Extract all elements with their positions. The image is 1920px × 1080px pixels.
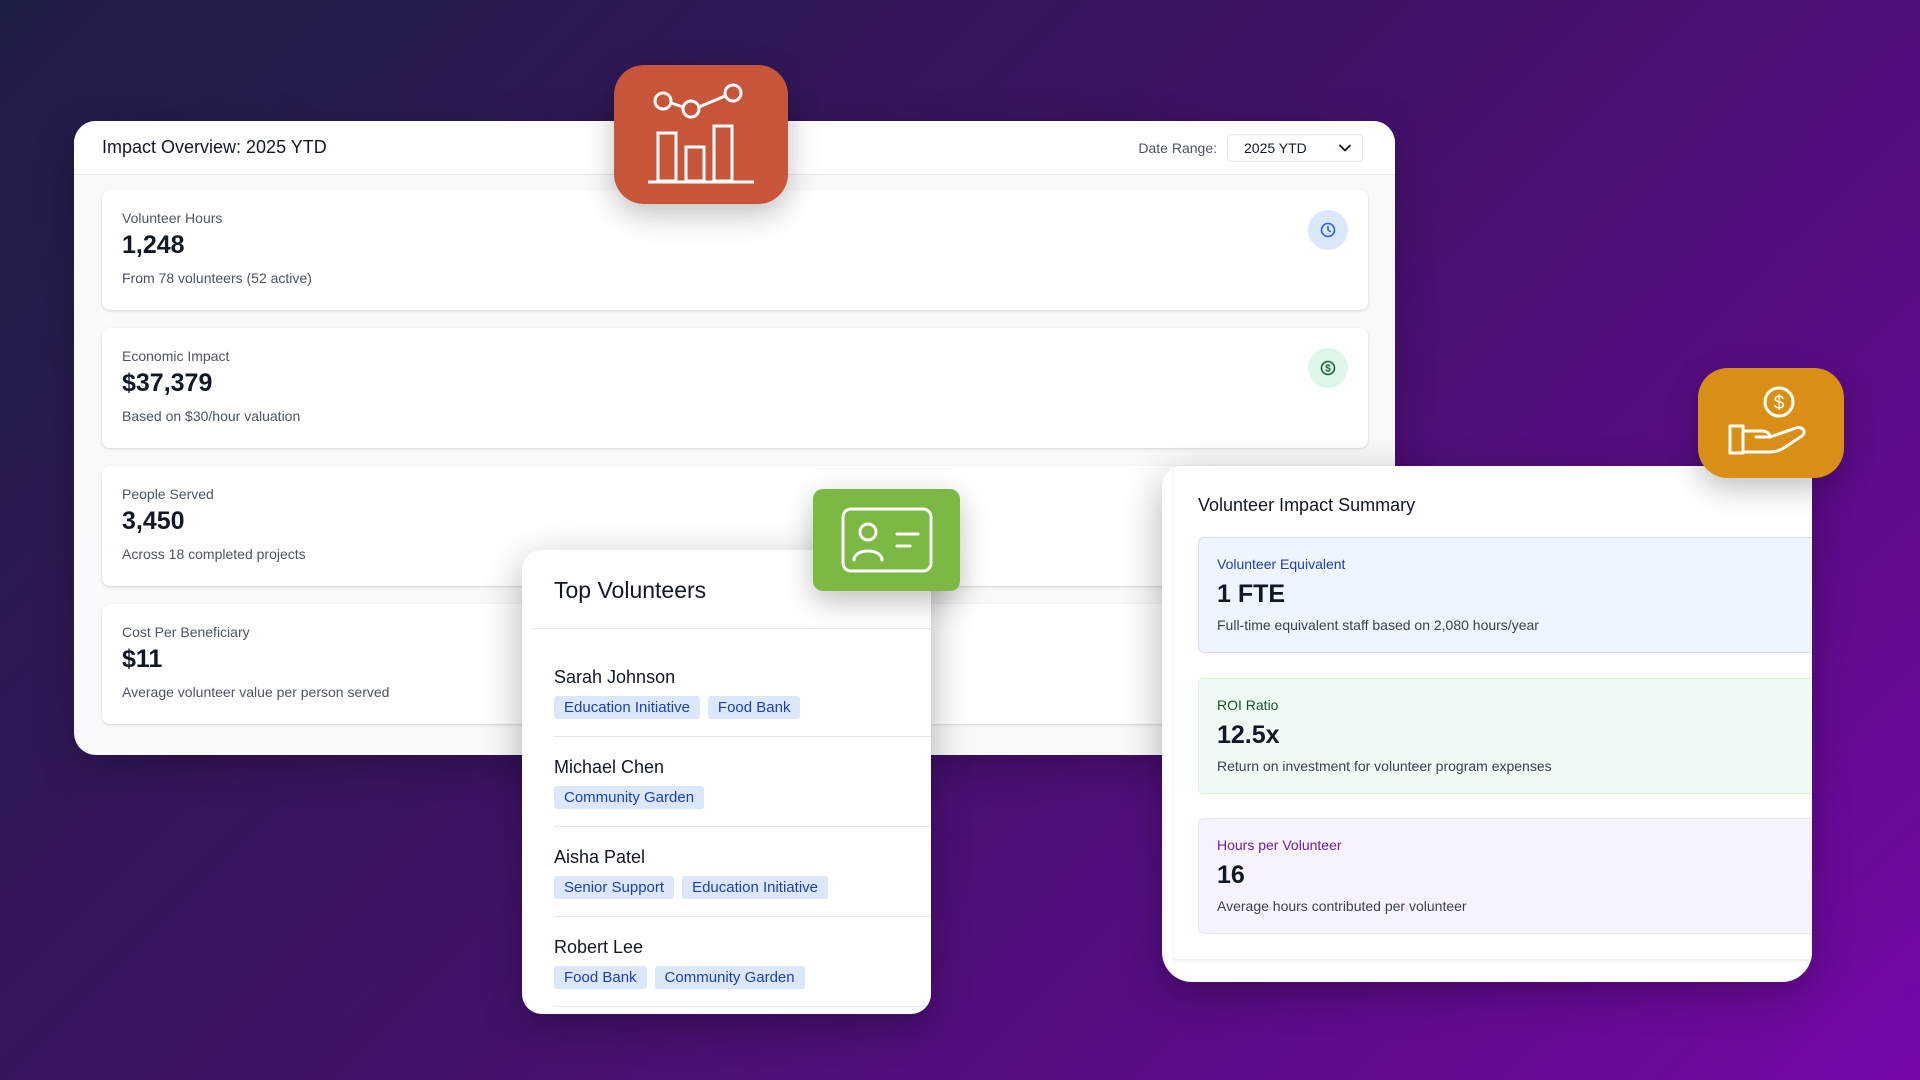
svg-text:$: $ [1774, 393, 1785, 414]
metric-card-volunteer-hours: Volunteer Hours 1,248 From 78 volunteers… [102, 190, 1368, 310]
project-tag: Education Initiative [554, 696, 700, 719]
metric-value: 1,248 [122, 231, 185, 259]
stat-label: Hours per Volunteer [1217, 837, 1342, 853]
stat-hours-per-volunteer: Hours per Volunteer 16 Average hours con… [1198, 818, 1812, 934]
project-tag: Education Initiative [682, 876, 828, 899]
project-tag: Senior Support [554, 876, 675, 899]
volunteer-name: Aisha Patel [554, 847, 646, 867]
list-item[interactable]: Sarah Johnson Education Initiative Food … [554, 629, 931, 737]
stat-value: 1 FTE [1217, 580, 1286, 608]
metric-value: $37,379 [122, 369, 213, 397]
stat-label: Volunteer Equivalent [1217, 556, 1346, 572]
stat-value: 12.5x [1217, 721, 1280, 749]
top-volunteers-panel: Top Volunteers Sarah Johnson Education I… [522, 550, 931, 1014]
clock-icon [1308, 210, 1348, 250]
stat-volunteer-equivalent: Volunteer Equivalent 1 FTE Full-time equ… [1198, 537, 1812, 653]
volunteer-impact-summary-panel: Volunteer Impact Summary Volunteer Equiv… [1162, 466, 1812, 982]
stat-roi-ratio: ROI Ratio 12.5x Return on investment for… [1198, 678, 1812, 794]
id-card-icon [813, 489, 960, 591]
stat-sub: Return on investment for volunteer progr… [1217, 758, 1552, 774]
project-tag: Food Bank [554, 966, 647, 989]
list-item[interactable]: Michael Chen Community Garden [554, 737, 931, 827]
stat-value: 16 [1217, 861, 1245, 889]
date-range: Date Range: 2025 YTD [1138, 133, 1363, 162]
date-range-label: Date Range: [1138, 139, 1217, 156]
volunteer-name: Robert Lee [554, 937, 644, 957]
stat-sub: Full-time equivalent staff based on 2,08… [1217, 617, 1539, 633]
list-item[interactable]: Aisha Patel Senior Support Education Ini… [554, 827, 931, 917]
analytics-chart-icon [614, 65, 788, 204]
dollar-circle-icon: $ [1308, 348, 1348, 388]
stat-sub: Average hours contributed per volunteer [1217, 898, 1467, 914]
summary-card: Volunteer Impact Summary Volunteer Equiv… [1174, 466, 1812, 960]
metric-sub: Based on $30/hour valuation [122, 408, 301, 424]
list-item[interactable]: Robert Lee Food Bank Community Garden [554, 917, 931, 1007]
date-range-select[interactable]: 2025 YTD [1227, 133, 1363, 162]
metric-sub: From 78 volunteers (52 active) [122, 270, 312, 286]
project-tag: Food Bank [707, 696, 801, 719]
hand-money-icon: $ [1698, 368, 1844, 478]
volunteer-list: Sarah Johnson Education Initiative Food … [522, 629, 931, 1007]
summary-title: Volunteer Impact Summary [1198, 495, 1416, 515]
volunteer-name: Michael Chen [554, 757, 665, 777]
chevron-down-icon [1338, 141, 1352, 155]
metric-card-economic-impact: Economic Impact $37,379 Based on $30/hou… [102, 328, 1368, 448]
svg-text:$: $ [1325, 364, 1331, 375]
project-tag: Community Garden [654, 966, 805, 989]
stat-label: ROI Ratio [1217, 697, 1279, 713]
date-range-value: 2025 YTD [1244, 139, 1307, 156]
project-tag: Community Garden [554, 786, 705, 809]
volunteer-name: Sarah Johnson [554, 667, 676, 687]
overview-title: Impact Overview: 2025 YTD [102, 137, 327, 157]
metric-label: Volunteer Hours [122, 210, 223, 226]
metric-label: Economic Impact [122, 348, 230, 364]
